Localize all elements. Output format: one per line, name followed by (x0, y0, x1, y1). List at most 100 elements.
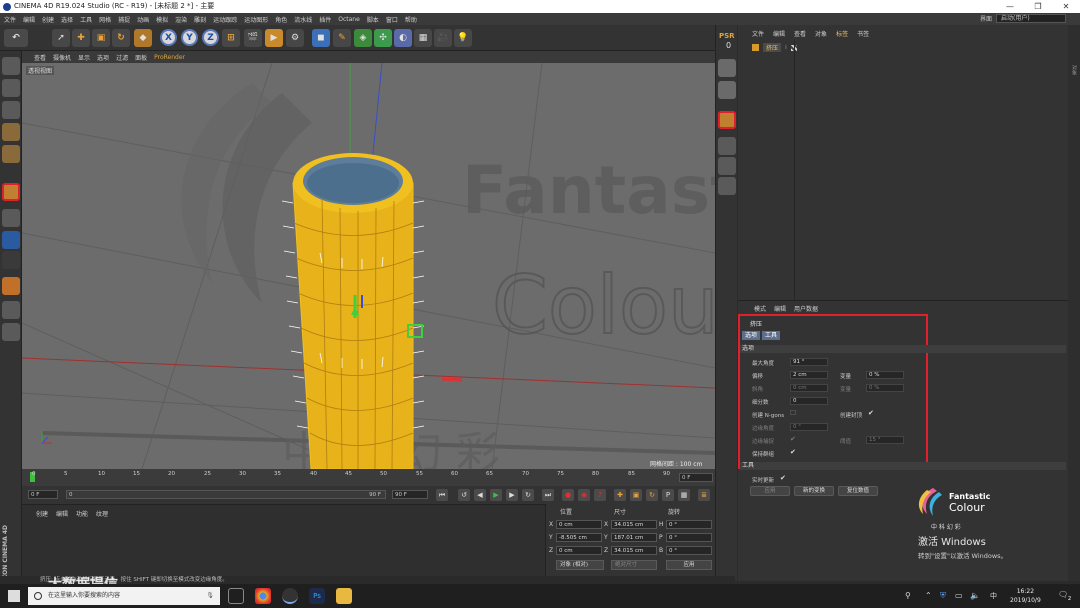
menu-tools[interactable]: 工具 (80, 15, 92, 24)
pos-z-field[interactable]: 0 cm (556, 546, 602, 555)
menu-select[interactable]: 选择 (61, 15, 73, 24)
am-menu-edit[interactable]: 编辑 (774, 304, 786, 313)
notification-icon[interactable]: 🗨 (1058, 590, 1068, 599)
z-axis-lock-button[interactable]: Z (202, 29, 219, 46)
chrome-icon[interactable] (255, 588, 271, 604)
pos-y-field[interactable]: -8.505 cm (556, 533, 602, 542)
viewport-menu-panel[interactable]: 面板 (135, 53, 147, 62)
size-z-field[interactable]: 34.015 cm (611, 546, 657, 555)
x-axis-lock-button[interactable]: X (160, 29, 177, 46)
cinema4d-taskbar-icon[interactable] (282, 588, 298, 604)
subdivision-field[interactable]: 0 (790, 397, 828, 405)
start-frame-field[interactable]: 0 F (28, 490, 58, 499)
current-frame-field[interactable]: 0 F (679, 473, 713, 482)
mat-menu-edit[interactable]: 编辑 (56, 509, 68, 518)
ngons-checkbox[interactable]: ☐ (790, 409, 796, 417)
om-menu-tags[interactable]: 标签 (836, 29, 848, 39)
tab-objects[interactable]: 对象 (1070, 65, 1078, 75)
deformer-icon[interactable]: ◐ (394, 29, 412, 47)
cube-small-icon[interactable] (718, 137, 736, 155)
security-icon[interactable]: ⛨ (940, 591, 946, 601)
tab-tools[interactable]: 工具 (762, 331, 781, 340)
variance2-field[interactable]: 0 % (866, 384, 904, 392)
rot-h-field[interactable]: 0 ° (666, 520, 712, 529)
file-explorer-icon[interactable] (336, 588, 352, 604)
goto-start-icon[interactable]: ⏮ (436, 489, 448, 501)
apply-button[interactable]: 应用 (750, 486, 790, 496)
task-view-icon[interactable] (228, 588, 244, 604)
max-angle-field[interactable]: 91 ° (790, 358, 828, 366)
light-icon[interactable]: 💡 (454, 29, 472, 47)
menu-animate[interactable]: 动画 (137, 15, 149, 24)
om-menu-objects[interactable]: 对象 (815, 29, 827, 39)
menu-edit[interactable]: 编辑 (23, 15, 35, 24)
menu-motion-tracking[interactable]: 运动跟踪 (213, 15, 237, 24)
auto-key-icon[interactable]: ◉ (578, 489, 590, 501)
perspective-viewport[interactable]: Fantastic Colour 中 科 幻 彩 (22, 63, 715, 469)
key-rotation-icon[interactable]: ↻ (646, 489, 658, 501)
rot-b-field[interactable]: 0 ° (666, 546, 712, 555)
coordinate-system-icon[interactable]: ⊞ (222, 29, 240, 47)
timeline[interactable]: 0 5 10 15 20 25 30 35 40 45 50 55 60 65 … (22, 469, 715, 486)
key-position-icon[interactable]: ✚ (614, 489, 626, 501)
model-mode-icon[interactable]: ◆ (134, 29, 152, 47)
record-icon[interactable]: ● (562, 489, 574, 501)
workplane-icon[interactable] (2, 101, 20, 119)
edge-angle-field[interactable]: 0 ° (790, 423, 828, 431)
viewport-menu-prorender[interactable]: ProRender (154, 54, 185, 61)
mat-menu-create[interactable]: 创建 (36, 509, 48, 518)
key-pla-icon[interactable]: ▦ (678, 489, 690, 501)
polygon-cube-icon[interactable] (718, 111, 736, 129)
camera-icon[interactable]: 🎥 (434, 29, 452, 47)
restore-icon[interactable]: ❐ (1024, 0, 1052, 13)
tray-chevron-icon[interactable]: ⌃ (925, 591, 932, 600)
next-frame-icon[interactable]: ▶ (506, 489, 518, 501)
coord-mode-dropdown[interactable]: 对象 (相对) (556, 560, 604, 570)
menu-script[interactable]: 脚本 (367, 15, 379, 24)
reset-values-button[interactable]: 复位数值 (838, 486, 878, 496)
make-editable-icon[interactable] (2, 57, 20, 75)
menu-pipeline[interactable]: 流水线 (294, 15, 312, 24)
end-frame-field[interactable]: 90 F (392, 490, 428, 499)
menu-help[interactable]: 帮助 (405, 15, 417, 24)
section-options[interactable]: 选项 (740, 345, 1066, 353)
keyframe-selection-icon[interactable]: ? (594, 489, 606, 501)
soft-selection-icon[interactable] (2, 277, 20, 295)
polygons-mode-icon[interactable] (2, 183, 20, 201)
size-mode-dropdown[interactable]: 绝对尺寸 (611, 560, 657, 570)
size-y-field[interactable]: 187.01 cm (611, 533, 657, 542)
menu-render[interactable]: 渲染 (175, 15, 187, 24)
timeline-window-icon[interactable]: ≣ (698, 489, 710, 501)
undo-icon[interactable]: ↶ (4, 29, 28, 47)
viewport-menu-display[interactable]: 显示 (78, 53, 90, 62)
minimize-icon[interactable]: — (996, 0, 1024, 13)
keep-groups-checkbox[interactable]: ✔ (790, 448, 796, 456)
cube-icon[interactable] (718, 59, 736, 77)
threshold-field[interactable]: 15 ° (866, 436, 904, 444)
menu-window[interactable]: 窗口 (386, 15, 398, 24)
edge-snap-checkbox[interactable]: ✔ (790, 435, 796, 443)
render-picture-viewer-icon[interactable]: ▶ (265, 29, 283, 47)
key-param-icon[interactable]: P (662, 489, 674, 501)
array-generator-icon[interactable]: ✣ (374, 29, 392, 47)
menu-plugins[interactable]: 插件 (319, 15, 331, 24)
menu-create[interactable]: 创建 (42, 15, 54, 24)
am-menu-userdata[interactable]: 用户数据 (794, 304, 818, 313)
om-menu-file[interactable]: 文件 (752, 29, 764, 39)
move-icon[interactable]: ✚ (72, 29, 90, 47)
snap-point-icon[interactable] (718, 177, 736, 195)
range-slider[interactable]: 0 90 F (66, 490, 386, 499)
points-mode-icon[interactable] (2, 123, 20, 141)
menu-file[interactable]: 文件 (4, 15, 16, 24)
menu-octane[interactable]: Octane (338, 16, 360, 23)
render-settings-icon[interactable]: ⚙ (286, 29, 304, 47)
mat-menu-function[interactable]: 功能 (76, 509, 88, 518)
cube-primitive-icon[interactable]: ◼ (312, 29, 330, 47)
viewport-menu-view[interactable]: 查看 (34, 53, 46, 62)
close-icon[interactable]: ✕ (1052, 0, 1080, 13)
menu-mograph[interactable]: 运动图形 (244, 15, 268, 24)
om-menu-view[interactable]: 查看 (794, 29, 806, 39)
om-menu-edit[interactable]: 编辑 (773, 29, 785, 39)
rot-p-field[interactable]: 0 ° (666, 533, 712, 542)
realtime-checkbox[interactable]: ✔ (780, 474, 786, 482)
